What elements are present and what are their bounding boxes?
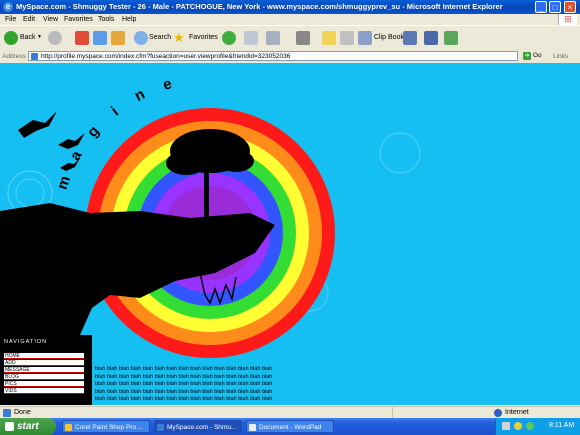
taskbar: start Corel Paint Shop Pro ... MySpace.c… (0, 418, 580, 435)
nav-item-blog[interactable]: BLOG (4, 374, 84, 380)
heading-letter: e (161, 75, 174, 94)
task-myspace[interactable]: MySpace.com - Shmu... (154, 420, 242, 433)
address-url: http://profile.myspace.com/index.cfm?fus… (41, 53, 291, 60)
zone-text: Internet (505, 409, 529, 416)
folder-icon[interactable] (322, 31, 336, 45)
page-icon (31, 53, 38, 60)
nav-item-message[interactable]: MESSAGE (4, 367, 84, 373)
history-icon[interactable] (222, 31, 236, 45)
heading-letter: m (54, 174, 74, 192)
tray-icon[interactable] (502, 422, 510, 430)
back-button[interactable]: Back (20, 34, 36, 41)
back-arrow-icon[interactable] (4, 31, 18, 45)
menu-tools[interactable]: Tools (98, 16, 114, 23)
blah-line: blah blah blah blah blah blah blah blah … (95, 373, 273, 380)
task-paint-shop-pro[interactable]: Corel Paint Shop Pro ... (62, 420, 150, 433)
clock: 8:11 AM (549, 422, 575, 429)
back-dropdown-icon[interactable]: ▼ (37, 34, 42, 40)
tray-icon[interactable] (514, 422, 522, 430)
paint-shop-icon (65, 424, 72, 431)
research-icon[interactable] (403, 31, 417, 45)
internet-globe-icon (494, 409, 502, 417)
menu-bar: File Edit View Favorites Tools Help (0, 14, 580, 25)
navigation-panel: NAVIGATION HOME ADD MESSAGE BLOG PICS VI… (0, 335, 92, 405)
minimize-button[interactable]: _ (535, 1, 547, 13)
search-icon[interactable] (134, 31, 148, 45)
favorites-star-icon[interactable]: ★ (173, 31, 187, 45)
address-label: Address (2, 53, 26, 60)
menu-view[interactable]: View (43, 16, 58, 23)
start-button[interactable]: start (0, 418, 56, 435)
start-label: start (17, 421, 39, 432)
menu-edit[interactable]: Edit (23, 16, 35, 23)
messenger-icon[interactable] (340, 31, 354, 45)
links-button[interactable]: Links (553, 53, 568, 60)
home-icon[interactable] (111, 31, 125, 45)
go-arrow-icon: ➔ (523, 52, 531, 60)
nav-title: NAVIGATION (4, 339, 48, 345)
search-button[interactable]: Search (149, 34, 171, 41)
page-done-icon (3, 409, 11, 417)
address-input[interactable]: http://profile.myspace.com/index.cfm?fus… (28, 51, 518, 61)
menu-favorites[interactable]: Favorites (64, 16, 93, 23)
toolbar: Back ▼ Search ★ Favorites Clip Book (0, 25, 580, 51)
tool-icon[interactable] (424, 31, 438, 45)
task-label: MySpace.com - Shmu... (167, 424, 237, 431)
wordpad-icon (249, 424, 256, 431)
clipbook-icon[interactable] (358, 31, 372, 45)
windows-flag-icon (5, 422, 14, 431)
blah-line: blah blah blah blah blah blah blah blah … (95, 366, 273, 372)
clipbook-button[interactable]: Clip Book (374, 34, 404, 41)
print-icon[interactable] (266, 31, 280, 45)
close-button[interactable]: × (564, 1, 576, 13)
title-bar: e MySpace.com - Shmuggy Tester - 26 - Ma… (0, 0, 580, 14)
task-label: Corel Paint Shop Pro ... (75, 424, 144, 431)
blah-line: blah blah blah blah blah blah blah blah … (95, 381, 273, 387)
forward-arrow-icon[interactable] (48, 31, 62, 45)
birds-silhouette (18, 111, 85, 171)
window-title: MySpace.com - Shmuggy Tester - 26 - Male… (16, 2, 503, 11)
go-button[interactable]: ➔ Go (523, 51, 547, 61)
windows-logo-icon: ⊞ (558, 14, 577, 25)
go-label: Go (533, 52, 542, 59)
blah-line: blah blah blah blah blah blah blah blah … (95, 388, 273, 395)
extension-icon[interactable] (444, 31, 458, 45)
nav-item-add[interactable]: ADD (4, 360, 84, 366)
favorites-button[interactable]: Favorites (189, 34, 218, 41)
edit-icon[interactable] (296, 31, 310, 45)
heading-letter: g (84, 123, 103, 141)
blah-line: blah blah blah blah blah blah blah blah … (95, 396, 273, 402)
blah-text-block: blah blah blah blah blah blah blah blah … (95, 366, 315, 404)
maximize-button[interactable]: □ (549, 1, 561, 13)
nav-item-vids[interactable]: VIDS (4, 388, 84, 394)
heading-letter: a (67, 147, 86, 163)
refresh-icon[interactable] (93, 31, 107, 45)
page-content: imagine NAVIGATION HOME ADD MESSAGE BLOG… (0, 63, 580, 405)
nav-item-pics[interactable]: PICS (4, 381, 84, 387)
menu-file[interactable]: File (5, 16, 16, 23)
address-bar: Address http://profile.myspace.com/index… (0, 50, 580, 63)
stop-icon[interactable] (75, 31, 89, 45)
task-wordpad[interactable]: Document - WordPad (246, 420, 334, 433)
ie-icon: e (3, 2, 13, 12)
mail-icon[interactable] (244, 31, 258, 45)
heading-letter: n (132, 86, 148, 105)
status-text: Done (14, 409, 31, 416)
task-label: Document - WordPad (259, 424, 322, 431)
system-tray: 8:11 AM (495, 418, 580, 435)
heading-letter: i (108, 103, 122, 119)
menu-help[interactable]: Help (122, 16, 136, 23)
ie-task-icon (157, 424, 164, 431)
tray-icon[interactable] (526, 422, 534, 430)
nav-item-home[interactable]: HOME (4, 353, 84, 359)
